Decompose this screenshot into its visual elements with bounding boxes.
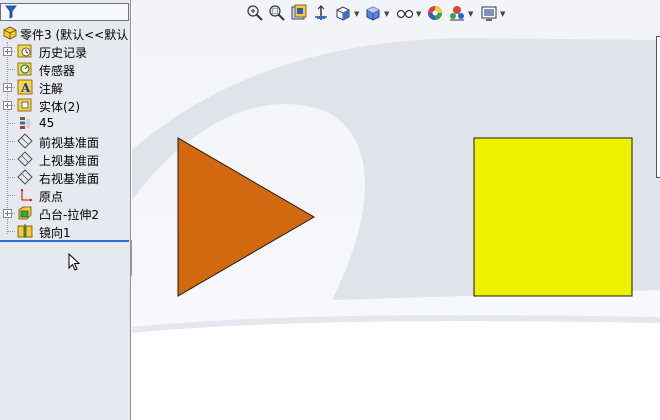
tree-root-label: 零件3 (默认<<默认 <box>20 28 129 42</box>
hide-show-dropdown-icon[interactable]: ▼ <box>416 10 421 18</box>
material-icon <box>20 117 30 129</box>
tree-item-label: 45 <box>39 116 55 130</box>
background-floor <box>132 318 660 420</box>
tree-branch <box>7 213 15 214</box>
history-icon <box>17 44 32 58</box>
view-orientation-dropdown-icon[interactable]: ▼ <box>354 10 359 18</box>
tree-branch <box>7 69 15 70</box>
graphics-viewport[interactable]: ▼ ▼ ▼ ▼ ▼ <box>132 0 660 420</box>
tree-branch <box>7 231 15 232</box>
origin-icon <box>20 188 33 202</box>
tree-item-material[interactable]: 45 <box>0 114 131 132</box>
tree-item-label: 传感器 <box>39 64 76 78</box>
section-view-icon[interactable] <box>312 4 330 22</box>
tree-root-part[interactable]: 零件3 (默认<<默认 <box>0 24 131 42</box>
tree-item-label: 镜向1 <box>39 226 71 240</box>
extrude-icon <box>18 206 32 220</box>
tree-branch <box>7 141 15 142</box>
solid-bodies-icon <box>17 98 32 112</box>
filter-icon[interactable] <box>5 5 17 19</box>
tree-branch <box>7 177 15 178</box>
tree-item-history[interactable]: + 历史记录 <box>0 42 131 60</box>
view-settings-icon[interactable] <box>480 4 498 22</box>
zoom-to-fit-icon[interactable] <box>246 4 264 22</box>
tree-item-solid-bodies[interactable]: + 实体(2) <box>0 96 131 114</box>
part-icon <box>3 26 17 40</box>
previous-view-icon[interactable] <box>290 4 308 22</box>
tree-branch <box>7 105 15 106</box>
tree-item-front-plane[interactable]: 前视基准面 <box>0 132 131 150</box>
tree-item-label: 凸台-拉伸2 <box>39 208 99 222</box>
hide-show-items-icon[interactable] <box>396 4 414 22</box>
plane-icon <box>17 133 33 149</box>
apply-scene-icon[interactable] <box>448 4 466 22</box>
tree-branch <box>7 195 15 196</box>
svg-text:A: A <box>20 81 31 95</box>
tree-branch <box>7 123 15 124</box>
tree-item-top-plane[interactable]: 上视基准面 <box>0 150 131 168</box>
view-orientation-icon[interactable] <box>334 4 352 22</box>
tree-item-mirror1[interactable]: 镜向1 <box>0 222 131 240</box>
tree-item-label: 原点 <box>39 190 64 204</box>
tree-item-label: 实体(2) <box>39 100 80 114</box>
sensor-icon <box>17 62 32 76</box>
tree-item-sensors[interactable]: 传感器 <box>0 60 131 78</box>
tree-item-label: 历史记录 <box>39 46 88 60</box>
zoom-to-area-icon[interactable] <box>268 4 286 22</box>
heads-up-view-toolbar: ▼ ▼ ▼ ▼ ▼ <box>244 2 564 24</box>
tree-item-origin[interactable]: 原点 <box>0 186 131 204</box>
view-settings-dropdown-icon[interactable]: ▼ <box>500 10 505 18</box>
tree-item-label: 右视基准面 <box>39 172 100 186</box>
plane-icon <box>17 151 33 167</box>
tree-branch <box>7 51 15 52</box>
tree-branch <box>7 87 15 88</box>
display-style-icon[interactable] <box>364 4 382 22</box>
rollback-bar[interactable] <box>0 240 129 242</box>
mouse-cursor-icon <box>68 253 81 271</box>
tree-item-boss-extrude2[interactable]: + 凸台-拉伸2 <box>0 204 131 222</box>
square-body[interactable] <box>473 137 633 297</box>
edit-appearance-icon[interactable] <box>426 4 444 22</box>
annotation-icon: A <box>17 79 33 95</box>
task-pane-edge[interactable] <box>656 36 660 178</box>
tree-item-label: 注解 <box>39 82 64 96</box>
tree-item-right-plane[interactable]: 右视基准面 <box>0 168 131 186</box>
feature-manager-tree: 零件3 (默认<<默认 + 历史记录 传感器 + A 注解 + 实体(2) 45… <box>0 0 131 420</box>
tree-item-label: 前视基准面 <box>39 136 100 150</box>
plane-icon <box>17 169 33 185</box>
tree-branch <box>7 159 15 160</box>
apply-scene-dropdown-icon[interactable]: ▼ <box>468 10 473 18</box>
viewport-background <box>132 0 660 420</box>
tree-item-annotations[interactable]: + A 注解 <box>0 78 131 96</box>
tree-item-label: 上视基准面 <box>39 154 100 168</box>
mirror-icon <box>17 224 33 238</box>
display-style-dropdown-icon[interactable]: ▼ <box>384 10 389 18</box>
tree-filter-bar[interactable] <box>0 3 129 21</box>
